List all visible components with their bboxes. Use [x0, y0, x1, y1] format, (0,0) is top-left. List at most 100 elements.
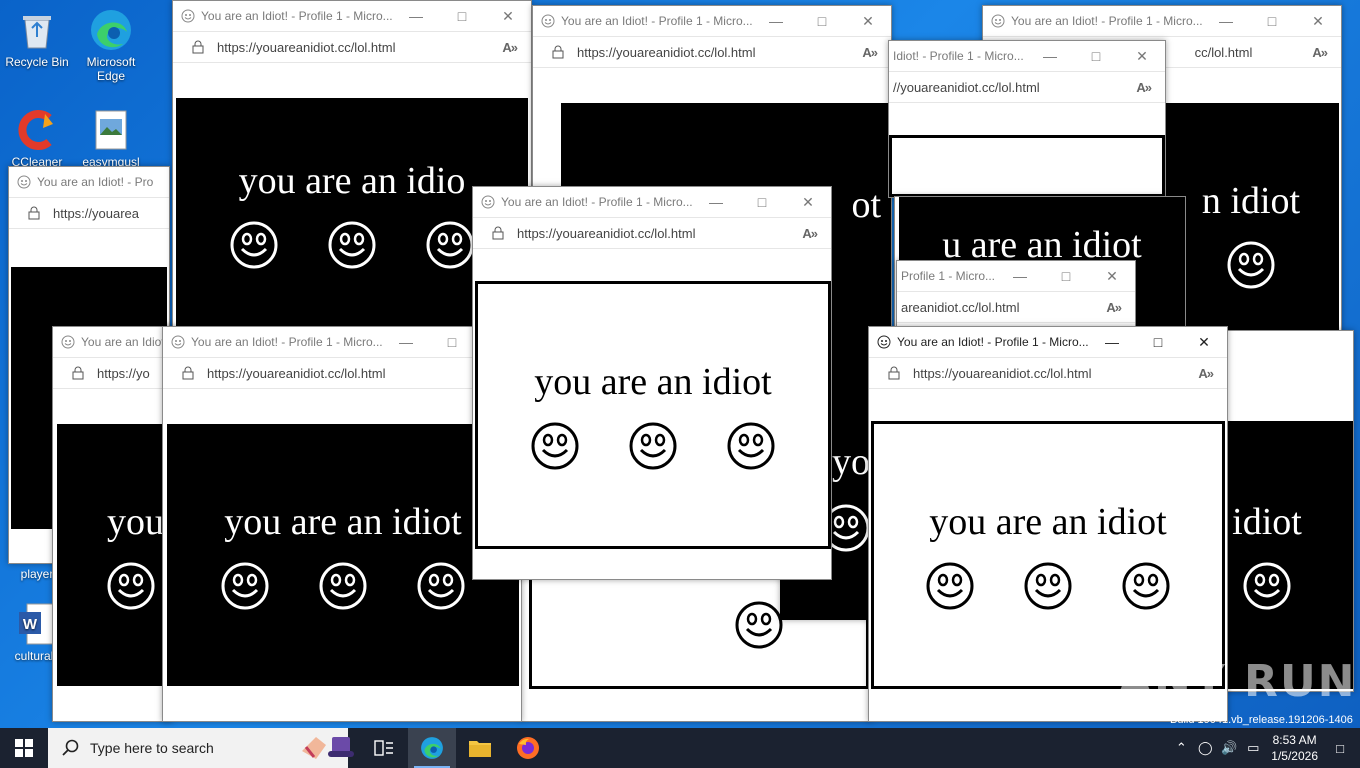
maximize-button[interactable]: □ [429, 327, 475, 357]
close-button[interactable]: ✕ [1089, 261, 1135, 291]
desktop-icon-edge[interactable]: Microsoft Edge [74, 8, 148, 83]
search-placeholder: Type here to search [90, 740, 214, 756]
smiley-row [221, 562, 465, 610]
notification-icon[interactable]: □ [1328, 741, 1352, 756]
close-button[interactable]: ✕ [785, 187, 831, 217]
smiley-face-icon [107, 562, 155, 610]
browser-window[interactable]: You are an Idiot! - Profile 1 - Micro...… [472, 186, 832, 580]
window-titlebar[interactable]: Idiot! - Profile 1 - Micro... — □ ✕ [889, 41, 1165, 72]
smiley-favicon-icon [61, 335, 75, 349]
maximize-button[interactable]: □ [1135, 327, 1181, 357]
close-button[interactable]: ✕ [845, 6, 891, 36]
read-aloud-icon[interactable]: A» [1106, 300, 1122, 315]
network-icon[interactable]: ◯ [1193, 740, 1217, 756]
taskbar-edge[interactable] [408, 728, 456, 768]
maximize-button[interactable]: □ [1249, 6, 1295, 36]
address-bar[interactable]: https://youareanidiot.cc/lol.html A» [869, 358, 1227, 389]
idiot-message: you are an idiot [929, 501, 1167, 543]
window-titlebar[interactable]: You are an Idiot! - Profile 1 - Micro...… [163, 327, 521, 358]
volume-icon[interactable]: 🔊 [1217, 740, 1241, 756]
clock[interactable]: 8:53 AM 1/5/2026 [1271, 732, 1318, 764]
address-bar[interactable]: https://youareanidiot.cc/lol.html A» [533, 37, 891, 68]
task-view-button[interactable] [360, 728, 408, 768]
minimize-button[interactable]: — [1089, 327, 1135, 357]
maximize-button[interactable]: □ [799, 6, 845, 36]
smiley-favicon-icon [171, 335, 185, 349]
minimize-button[interactable]: — [383, 327, 429, 357]
minimize-button[interactable]: — [1027, 41, 1073, 71]
address-bar[interactable]: https://youareanidiot.cc/lol.html A» [173, 32, 531, 63]
ccleaner-icon [15, 108, 59, 152]
browser-window[interactable]: You are an Idiot! - Profile 1 - Micro...… [162, 326, 522, 722]
minimize-button[interactable]: — [753, 6, 799, 36]
address-bar[interactable]: //youareanidiot.cc/lol.html A» [889, 72, 1165, 103]
window-titlebar[interactable]: You are an Idiot! - Profile 1 - Micro...… [869, 327, 1227, 358]
browser-window[interactable]: Idiot! - Profile 1 - Micro... — □ ✕ //yo… [888, 40, 1166, 198]
minimize-button[interactable]: — [1203, 6, 1249, 36]
smiley-face-icon [1024, 562, 1072, 610]
window-titlebar[interactable]: You are an Idiot [53, 327, 171, 358]
taskbar-search-box[interactable]: Type here to search [48, 728, 354, 768]
read-aloud-icon[interactable]: A» [862, 45, 878, 60]
smiley-face-icon [1227, 241, 1275, 289]
chevron-up-icon[interactable]: ⌃ [1169, 740, 1193, 756]
address-bar[interactable]: https://yo [53, 358, 171, 389]
close-button[interactable]: ✕ [1119, 41, 1165, 71]
window-titlebar[interactable]: You are an Idiot! - Profile 1 - Micro...… [983, 6, 1341, 37]
window-titlebar[interactable]: You are an Idiot! - Profile 1 - Micro...… [173, 1, 531, 32]
minimize-button[interactable]: — [997, 261, 1043, 291]
read-aloud-icon[interactable]: A» [1312, 45, 1328, 60]
window-titlebar[interactable]: Profile 1 - Micro... — □ ✕ [897, 261, 1135, 292]
window-title: Idiot! - Profile 1 - Micro... [893, 49, 1024, 63]
address-bar[interactable]: https://youareanidiot.cc/lol.html A» [473, 218, 831, 249]
desktop-icon-recycle-bin[interactable]: Recycle Bin [0, 8, 74, 69]
idiot-message: yo [832, 441, 870, 483]
read-aloud-icon[interactable]: A» [1198, 366, 1214, 381]
window-title: You are an Idiot! - Profile 1 - Micro... [897, 335, 1089, 349]
close-button[interactable]: ✕ [485, 1, 531, 31]
read-aloud-icon[interactable]: A» [502, 40, 518, 55]
desktop-icon-label: Microsoft Edge [86, 55, 136, 83]
minimize-button[interactable]: — [393, 1, 439, 31]
windows-build-text: Build 19041.vb_release.191206-1406 [1170, 714, 1353, 726]
url-text: https://youareanidiot.cc/lol.html [517, 225, 696, 241]
maximize-button[interactable]: □ [1073, 41, 1119, 71]
recycle-bin-icon [15, 8, 59, 52]
smiley-face-icon [1243, 562, 1291, 610]
address-bar[interactable]: https://youarea [9, 198, 169, 229]
lock-icon [72, 366, 84, 380]
url-text: //youareanidiot.cc/lol.html [893, 79, 1040, 95]
maximize-button[interactable]: □ [439, 1, 485, 31]
window-title: You are an Idiot! - Profile 1 - Micro... [201, 9, 393, 23]
display-icon[interactable]: ▭ [1241, 740, 1265, 756]
smiley-favicon-icon [17, 175, 31, 189]
maximize-button[interactable]: □ [1043, 261, 1089, 291]
minimize-button[interactable]: — [693, 187, 739, 217]
window-title: Profile 1 - Micro... [901, 269, 996, 283]
taskbar-file-explorer[interactable] [456, 728, 504, 768]
smiley-row [531, 422, 775, 470]
read-aloud-icon[interactable]: A» [802, 226, 818, 241]
anyrun-watermark: ANY RUN [1118, 656, 1357, 707]
window-titlebar[interactable]: You are an Idiot! - Pro [9, 167, 169, 198]
maximize-button[interactable]: □ [739, 187, 785, 217]
smiley-favicon-icon [877, 335, 891, 349]
edge-icon [89, 8, 133, 52]
window-title: You are an Idiot! - Profile 1 - Micro... [1011, 14, 1203, 28]
lock-icon [888, 366, 900, 380]
browser-window[interactable]: You are an Idiot https://yo you [52, 326, 172, 722]
read-aloud-icon[interactable]: A» [1136, 80, 1152, 95]
desktop-icon-ccleaner[interactable]: CCleaner [0, 108, 74, 169]
taskbar-firefox[interactable] [504, 728, 552, 768]
close-button[interactable]: ✕ [1295, 6, 1341, 36]
address-bar[interactable]: https://youareanidiot.cc/lol.html A» [163, 358, 521, 389]
close-button[interactable]: ✕ [1181, 327, 1227, 357]
desktop-icon-image[interactable]: easymgusl [74, 108, 148, 169]
address-bar[interactable]: areanidiot.cc/lol.html A» [897, 292, 1135, 323]
window-titlebar[interactable]: You are an Idiot! - Profile 1 - Micro...… [533, 6, 891, 37]
url-text: https://youareanidiot.cc/lol.html [217, 39, 396, 55]
taskbar: Type here to search ⌃ ◯ 🔊 ▭ 8:53 AM 1/5/… [0, 728, 1360, 768]
start-button[interactable] [0, 728, 48, 768]
window-titlebar[interactable]: You are an Idiot! - Profile 1 - Micro...… [473, 187, 831, 218]
lock-icon [28, 206, 40, 220]
